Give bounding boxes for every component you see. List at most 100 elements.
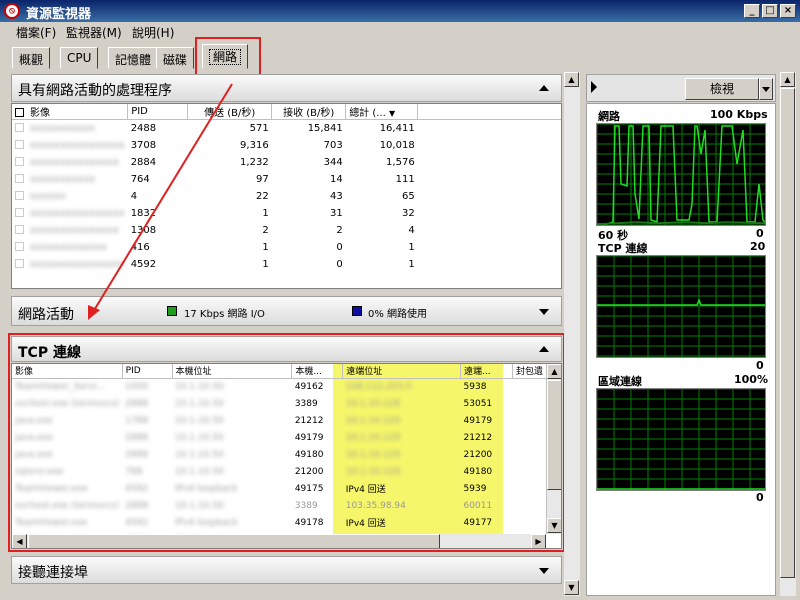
tcp-local-port: 21212 <box>294 415 324 426</box>
tcp-vscrollbar[interactable]: ▲ ▼ <box>546 364 561 534</box>
scroll-up-icon[interactable]: ▲ <box>780 72 795 87</box>
col-tcp-image[interactable]: 影像 <box>12 364 123 379</box>
col-remote-addr[interactable]: 遠端位址 <box>342 364 462 379</box>
col-send[interactable]: 傳送 (B/秒) <box>187 104 273 120</box>
tcp-hscrollbar[interactable]: ◀ ▶ <box>12 534 546 548</box>
tcp-image: sqlsrvr.exe <box>15 466 64 477</box>
tcp-row[interactable]: sqlsrvr.exe 788 10.1.10.50 21200 10.1.10… <box>12 463 546 480</box>
process-row[interactable]: xxxxxxxxxxxxxxxx 3708 9,316 703 10,018 <box>12 137 561 154</box>
tcp-row[interactable]: svchost.exe (termsvcs) 2888 10.1.10.50 3… <box>12 497 546 514</box>
process-recv: 0 <box>336 241 343 253</box>
scroll-thumb[interactable] <box>547 380 561 490</box>
col-packet-loss[interactable]: 封包遺 <box>512 364 546 379</box>
col-local-addr[interactable]: 本機位址 <box>172 364 293 379</box>
row-checkbox[interactable] <box>15 241 24 251</box>
col-remote-port[interactable]: 遠端... <box>460 364 513 379</box>
processes-header[interactable]: 具有網路活動的處理程序 <box>11 74 562 102</box>
tcp-row[interactable]: TeamViewer_Servi... 1000 10.1.10.50 4916… <box>12 378 546 395</box>
graph-tcp-title: TCP 連線 <box>598 242 648 255</box>
tcp-graph <box>596 255 766 358</box>
process-row[interactable]: xxxxxxxxxxx 2488 571 15,841 16,411 <box>12 120 561 137</box>
tcp-remote-port: 53051 <box>463 398 493 409</box>
tcp-local-port: 3389 <box>294 500 318 511</box>
process-row[interactable]: xxxxxxxxxxxxxxxx 4592 1 0 1 <box>12 256 561 273</box>
tcp-remote-port: 49177 <box>463 517 493 528</box>
title-bar: ⦸ 資源監視器 _ □ × <box>0 0 800 22</box>
maximize-button[interactable]: □ <box>762 4 778 18</box>
tcp-row[interactable]: java.exe 1788 10.1.10.50 21212 10.1.10.1… <box>12 412 546 429</box>
tcp-remote-addr: 10.1.10.129 <box>345 415 401 426</box>
tcp-pid: 1788 <box>125 415 149 426</box>
process-row[interactable]: xxxxxxxxxxxxx 416 1 0 1 <box>12 239 561 256</box>
tcp-remote-addr: 103.35.98.94 <box>345 500 406 511</box>
scroll-up-icon[interactable]: ▲ <box>564 72 579 87</box>
scroll-right-icon[interactable]: ▶ <box>531 534 546 548</box>
col-pid[interactable]: PID <box>127 104 189 120</box>
col-total[interactable]: 總計 (... ▼ <box>345 104 419 120</box>
scroll-down-icon[interactable]: ▼ <box>564 580 579 595</box>
menu-file[interactable]: 檔案(F) <box>16 24 56 41</box>
scroll-down-icon[interactable]: ▼ <box>547 518 561 533</box>
view-dropdown[interactable] <box>759 78 773 100</box>
tcp-row[interactable]: java.exe 2888 10.1.10.50 49179 10.1.10.1… <box>12 429 546 446</box>
right-vscrollbar[interactable]: ▲ <box>780 72 796 596</box>
collapse-up-icon[interactable] <box>539 85 549 91</box>
row-checkbox[interactable] <box>15 156 24 166</box>
minimize-button[interactable]: _ <box>744 4 760 18</box>
tcp-packet-loss <box>512 446 546 463</box>
col-recv[interactable]: 接收 (B/秒) <box>271 104 347 120</box>
tcp-row[interactable]: svchost.exe (termsvcs) 2888 10.1.10.50 3… <box>12 395 546 412</box>
scroll-left-icon[interactable]: ◀ <box>12 534 27 548</box>
process-row[interactable]: xxxxxxxxxxxxxxx 2884 1,232 344 1,576 <box>12 154 561 171</box>
expand-down-icon[interactable] <box>539 309 549 315</box>
row-checkbox[interactable] <box>15 207 24 217</box>
menu-help[interactable]: 說明(H) <box>132 24 174 41</box>
process-pid: 3708 <box>130 139 157 151</box>
expand-right-icon[interactable] <box>591 81 597 93</box>
network-graph <box>596 123 766 226</box>
view-button[interactable]: 檢視 <box>685 78 759 100</box>
tab-disk[interactable]: 磁碟 <box>156 47 195 69</box>
row-checkbox[interactable] <box>15 258 24 268</box>
scroll-up-icon[interactable]: ▲ <box>547 364 561 379</box>
tcp-packet-loss <box>512 378 546 395</box>
process-row[interactable]: xxxxxxxxxxxxxxxx 1832 1 31 32 <box>12 205 561 222</box>
row-checkbox[interactable] <box>15 139 24 149</box>
checkbox[interactable] <box>15 108 24 117</box>
tcp-row[interactable]: java.exe 2888 10.1.10.50 49180 10.1.10.1… <box>12 446 546 463</box>
menu-monitor[interactable]: 監視器(M) <box>66 24 122 41</box>
tab-memory[interactable]: 記憶體 <box>108 47 159 69</box>
tcp-row[interactable]: TeamViewer.exe 4592 IPv4 loopback 49178 … <box>12 514 546 531</box>
network-activity-header[interactable]: 網路活動 17 Kbps 網路 I/O 0% 網路使用 <box>11 296 562 326</box>
col-local-port[interactable]: 本機... <box>291 364 344 379</box>
tab-cpu[interactable]: CPU <box>60 47 99 69</box>
collapse-up-icon[interactable] <box>539 346 549 352</box>
col-image[interactable]: 影像 <box>12 104 129 120</box>
row-checkbox[interactable] <box>15 190 24 200</box>
tcp-image: svchost.exe (termsvcs) <box>15 500 120 511</box>
expand-down-icon[interactable] <box>539 568 549 574</box>
process-filler <box>418 171 561 188</box>
tab-overview-label: 概觀 <box>19 53 44 67</box>
main-vscrollbar[interactable]: ▲ ▼ <box>564 72 580 596</box>
tcp-row[interactable]: TeamViewer.exe 4592 IPv4 loopback 49175 … <box>12 480 546 497</box>
process-row[interactable]: xxxxxx 4 22 43 65 <box>12 188 561 205</box>
tcp-local-port: 21200 <box>294 466 324 477</box>
col-tcp-pid[interactable]: PID <box>122 364 173 379</box>
row-checkbox[interactable] <box>15 122 24 132</box>
process-send: 2 <box>262 224 269 236</box>
network-io-text: 17 Kbps 網路 I/O <box>184 309 265 320</box>
tcp-header[interactable]: TCP 連線 <box>11 336 562 362</box>
tcp-remote-port: 21200 <box>463 449 493 460</box>
process-row[interactable]: xxxxxxxxxxxxxxx 1308 2 2 4 <box>12 222 561 239</box>
process-total: 111 <box>395 173 415 185</box>
close-button[interactable]: × <box>780 4 796 18</box>
listening-ports-header[interactable]: 接聽連接埠 <box>11 556 562 584</box>
process-total: 16,411 <box>379 122 415 134</box>
scroll-thumb[interactable] <box>780 88 795 578</box>
tab-overview[interactable]: 概觀 <box>12 47 51 69</box>
row-checkbox[interactable] <box>15 224 24 234</box>
process-row[interactable]: xxxxxxxxxxx 764 97 14 111 <box>12 171 561 188</box>
row-checkbox[interactable] <box>15 173 24 183</box>
hscroll-thumb[interactable] <box>28 534 440 548</box>
